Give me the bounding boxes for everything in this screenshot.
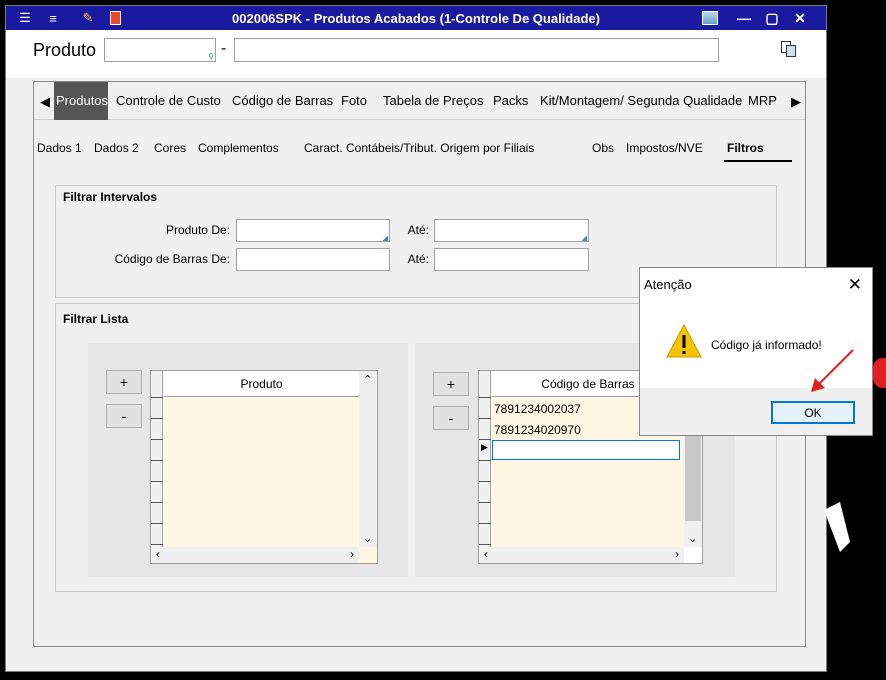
image-icon[interactable] (698, 8, 722, 28)
annotation-red-shape (873, 358, 886, 388)
indicator-line (479, 523, 491, 524)
copy-icon[interactable] (780, 40, 798, 58)
produto-column-header[interactable]: Produto (164, 371, 359, 397)
produto-code-input[interactable]: ⚲ (104, 38, 216, 62)
codigo-row-indicator: ▶ (479, 371, 491, 563)
filtrar-intervalos-title: Filtrar Intervalos (63, 190, 158, 204)
produto-vertical-scrollbar[interactable]: ⌃ ⌄ (359, 371, 377, 547)
dialog-close-button[interactable]: ✕ (848, 275, 862, 295)
subtab-caract-contabeis[interactable]: Caract. Contábeis/Tribut. Origem por Fil… (304, 141, 534, 155)
tab-controle-de-custo[interactable]: Controle de Custo (116, 93, 221, 108)
codigo-horizontal-scrollbar[interactable]: ‹ › (479, 547, 684, 563)
tab-produtos-label: Produtos (56, 93, 109, 108)
product-header: Produto ⚲ - (6, 30, 826, 78)
produto-de-label: Produto De: (165, 223, 230, 237)
indicator-line (151, 397, 163, 398)
produto-row-indicator (151, 371, 163, 563)
cursor-shape-icon (824, 502, 850, 552)
codigo-cell[interactable]: 7891234002037 (494, 402, 581, 416)
indicator-line (151, 460, 163, 461)
indicator-line (479, 439, 491, 440)
subtab-impostos-nve[interactable]: Impostos/NVE (626, 141, 703, 155)
produto-list-panel: + - Produto ⌃ ⌄ ‹ › (88, 343, 408, 577)
scroll-up-icon[interactable]: ⌃ (363, 373, 372, 386)
produto-label: Produto (33, 40, 97, 60)
indicator-line (479, 481, 491, 482)
produto-description-input[interactable] (234, 38, 719, 62)
scroll-down-icon[interactable]: ⌄ (363, 532, 372, 545)
produto-ate-search-icon[interactable]: ◢ (582, 234, 587, 242)
indicator-line (151, 523, 163, 524)
minimize-button[interactable]: — (732, 8, 756, 28)
tab-scroll-right-icon[interactable]: ▶ (791, 94, 801, 110)
title-bar: ☰ ≡ ✎ 002006SPK - Produtos Acabados (1-C… (6, 6, 826, 30)
subtab-dados-2[interactable]: Dados 2 (94, 141, 139, 155)
indicator-line (151, 502, 163, 503)
scroll-left-icon[interactable]: ‹ (156, 547, 160, 561)
remove-produto-button[interactable]: - (106, 404, 142, 428)
indicator-line (151, 418, 163, 419)
codigo-new-row-editor[interactable] (492, 440, 680, 460)
codigo-cell[interactable]: 7891234020970 (494, 423, 581, 437)
subtab-complementos[interactable]: Complementos (198, 141, 279, 155)
remove-codigo-button[interactable]: - (433, 406, 469, 430)
dialog-title: Atenção (644, 277, 692, 292)
ate-2-label: Até: (407, 252, 429, 266)
subtab-cores[interactable]: Cores (154, 141, 186, 155)
codigo-barras-de-label: Código de Barras De: (114, 252, 230, 266)
scroll-right-icon[interactable]: › (350, 547, 354, 561)
produto-grid-body[interactable] (164, 398, 359, 547)
subtab-dados-1[interactable]: Dados 1 (37, 141, 82, 155)
scroll-down-icon[interactable]: ⌄ (688, 532, 697, 545)
warning-icon (666, 323, 702, 358)
add-produto-button[interactable]: + (106, 370, 142, 394)
tab-scroll-left-icon[interactable]: ◀ (40, 94, 50, 110)
tab-kit-montagem[interactable]: Kit/Montagem/ Segunda Qualidade (540, 93, 742, 108)
indicator-line (479, 460, 491, 461)
indicator-line (151, 439, 163, 440)
subtab-filtros[interactable]: Filtros (727, 141, 764, 155)
tab-produtos[interactable]: Produtos (54, 82, 108, 120)
annotation-arrow-icon (811, 349, 854, 392)
scroll-corner (359, 547, 377, 563)
separator-dash: - (221, 40, 227, 57)
produto-de-search-icon[interactable]: ◢ (383, 234, 388, 242)
tab-tabela-de-precos[interactable]: Tabela de Preços (383, 93, 483, 108)
close-button[interactable]: ✕ (788, 8, 812, 28)
main-tabs: ◀ Produtos Controle de Custo Código de B… (34, 82, 805, 120)
add-codigo-button[interactable]: + (433, 372, 469, 396)
produto-horizontal-scrollbar[interactable]: ‹ › (151, 547, 359, 563)
filtrar-lista-title: Filtrar Lista (63, 312, 129, 326)
tab-foto[interactable]: Foto (341, 93, 367, 108)
codigo-barras-ate-input[interactable] (434, 248, 589, 271)
ok-button[interactable]: OK (771, 401, 855, 424)
current-row-pointer-icon: ▶ (481, 442, 488, 452)
subtab-obs[interactable]: Obs (592, 141, 614, 155)
subtab-active-underline (724, 160, 792, 162)
tab-codigo-de-barras[interactable]: Código de Barras (232, 93, 333, 108)
indicator-line (151, 544, 163, 545)
tab-mrp[interactable]: MRP (748, 93, 777, 108)
scroll-left-icon[interactable]: ‹ (484, 547, 488, 561)
produto-de-input[interactable]: ◢ (236, 219, 390, 242)
scroll-right-icon[interactable]: › (675, 547, 679, 561)
maximize-button[interactable]: ▢ (760, 8, 784, 28)
produto-grid[interactable]: Produto ⌃ ⌄ ‹ › (150, 370, 378, 564)
codigo-barras-de-input[interactable] (236, 248, 390, 271)
indicator-line (479, 397, 491, 398)
indicator-line (151, 481, 163, 482)
ate-1-label: Até: (407, 223, 429, 237)
indicator-line (479, 502, 491, 503)
indicator-line (479, 418, 491, 419)
indicator-line (479, 544, 491, 545)
produto-ate-input[interactable]: ◢ (434, 219, 589, 242)
search-icon[interactable]: ⚲ (208, 52, 214, 61)
tab-packs[interactable]: Packs (493, 93, 528, 108)
